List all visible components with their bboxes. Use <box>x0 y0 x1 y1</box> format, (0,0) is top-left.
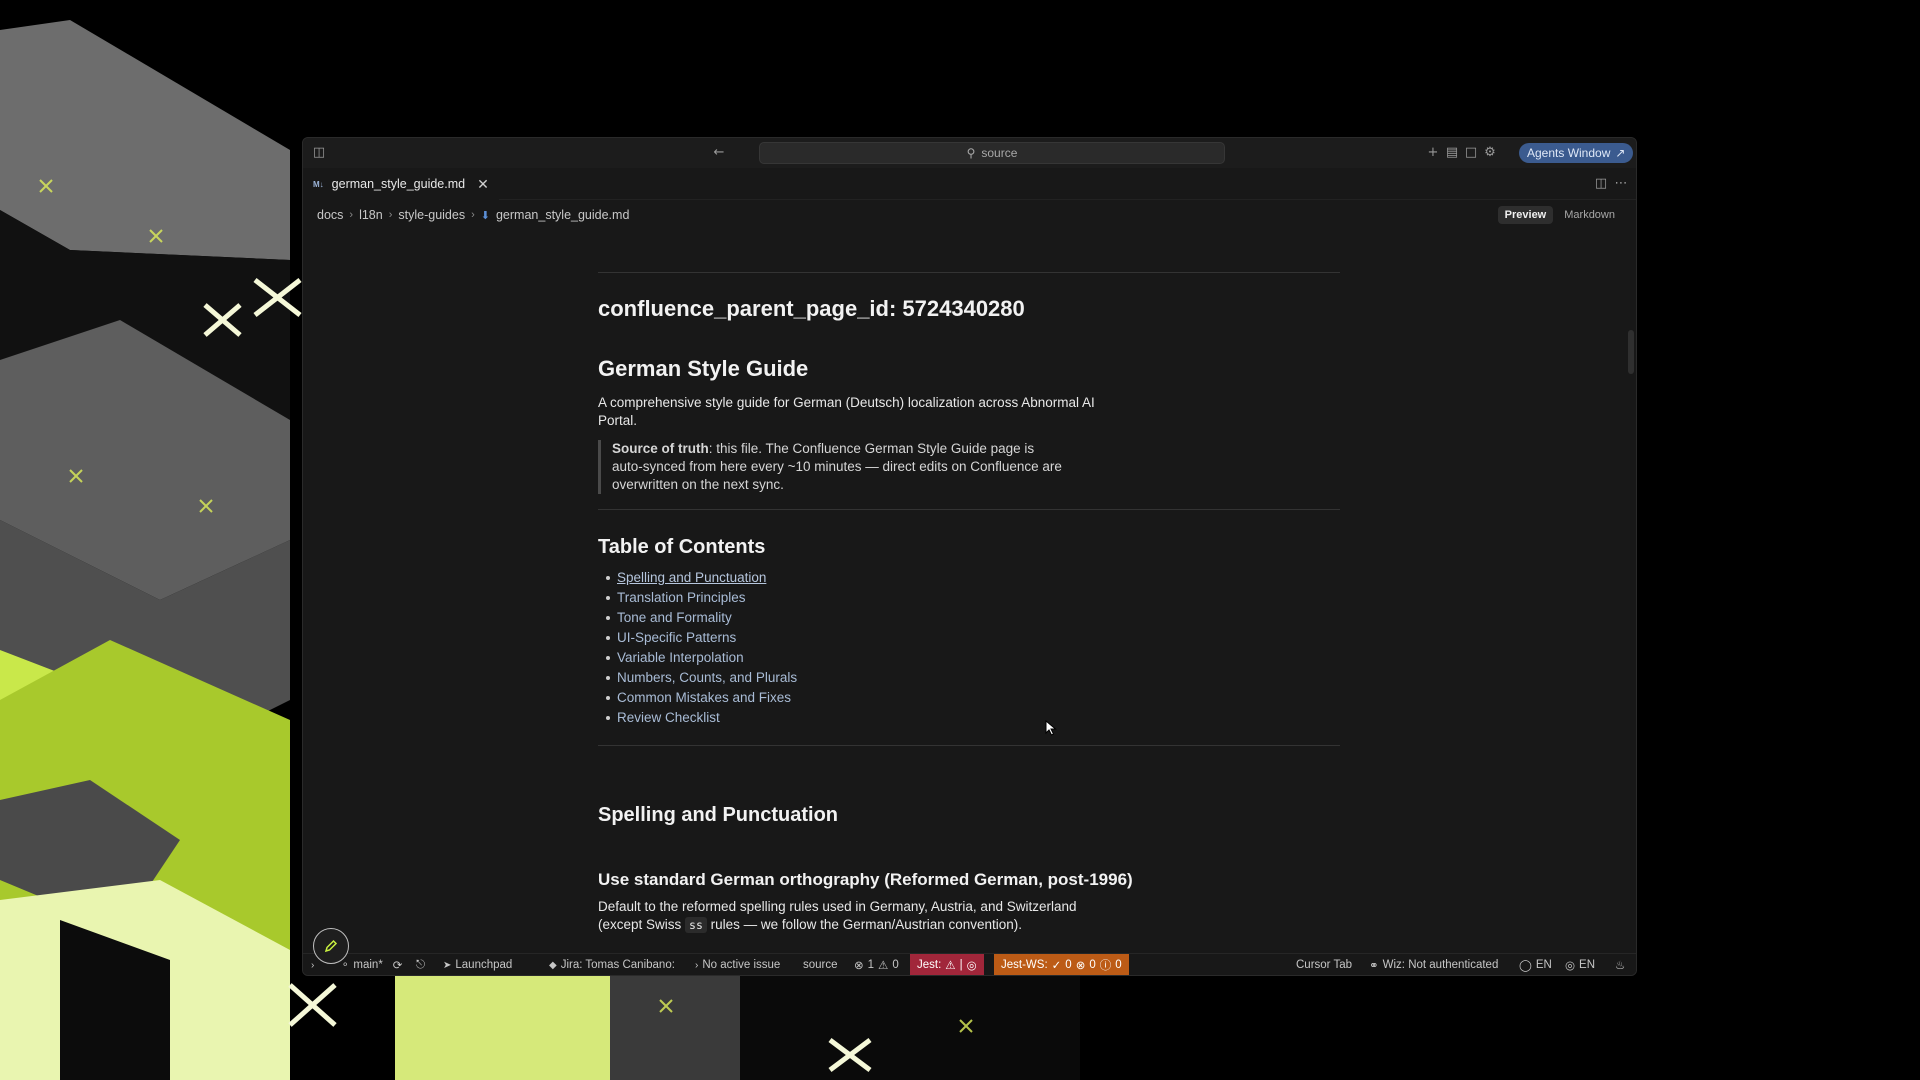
list-item: Spelling and Punctuation <box>598 568 1340 588</box>
wiz-status[interactable]: ⚭ Wiz: Not authenticated <box>1369 954 1498 975</box>
title-bar: ◫ ← ⚲ source + ▤ □ ⚙ Agents Window ↗ <box>303 138 1636 168</box>
toc-link[interactable]: Variable Interpolation <box>617 650 744 665</box>
search-text: source <box>981 146 1018 160</box>
jest-status[interactable]: Jest: ⚠ | ◎ <box>910 954 984 975</box>
cursor-tab-item[interactable]: Cursor Tab <box>1296 954 1352 975</box>
command-search-bar[interactable]: ⚲ source <box>759 142 1225 164</box>
divider <box>598 272 1340 273</box>
toggle-sidebar-icon[interactable]: ◫ <box>311 145 327 161</box>
remote-indicator[interactable]: › <box>311 954 315 975</box>
new-plus-icon[interactable]: + <box>1425 145 1441 161</box>
preview-mode-button[interactable]: Preview <box>1497 206 1554 224</box>
chat-icon[interactable]: □ <box>1463 145 1479 161</box>
preview-pane: confluence_parent_page_id: 5724340280 Ge… <box>303 230 1636 950</box>
toc-list: Spelling and Punctuation Translation Pri… <box>598 568 1340 728</box>
editor-window: ◫ ← ⚲ source + ▤ □ ⚙ Agents Window ↗ M↓ … <box>302 137 1637 976</box>
chevron-right-icon: › <box>695 959 699 971</box>
tab-label: german_style_guide.md <box>331 177 466 191</box>
list-item: Common Mistakes and Fixes <box>598 688 1340 708</box>
broadcast-icon: ◎ <box>966 960 977 972</box>
jira-issue-item[interactable]: › No active issue <box>695 954 780 975</box>
globe-icon: ◯ <box>1519 960 1532 972</box>
toc-link[interactable]: Tone and Formality <box>617 610 732 625</box>
list-item: UI-Specific Patterns <box>598 628 1340 648</box>
jest-ws-status[interactable]: Jest-WS: ✓ 0 ⊗ 0 ⓘ 0 <box>994 954 1129 975</box>
input-language-item[interactable]: ◎ EN <box>1565 954 1595 975</box>
pencil-edit-icon[interactable] <box>313 928 349 964</box>
git-graph-icon[interactable]: ⎋ <box>416 954 425 975</box>
close-icon[interactable]: ✕ <box>477 176 489 193</box>
inline-code: ss <box>685 917 707 933</box>
warning-icon: ⚠ <box>878 960 889 972</box>
toc-heading: Table of Contents <box>598 536 766 558</box>
list-item: Translation Principles <box>598 588 1340 608</box>
broadcast-icon: ◎ <box>1565 960 1576 972</box>
list-item: Tone and Formality <box>598 608 1340 628</box>
markdown-file-icon: ⬇ <box>480 209 490 222</box>
jira-user-item[interactable]: ◆ Jira: Tomas Canibano: <box>549 954 675 975</box>
markdown-mode-button[interactable]: Markdown <box>1557 206 1622 224</box>
breadcrumb-item[interactable]: style-guides <box>398 208 465 222</box>
unknown-icon: ⓘ <box>1099 960 1112 972</box>
source-item[interactable]: source <box>803 954 838 975</box>
toc-link[interactable]: UI-Specific Patterns <box>617 630 736 645</box>
toc-link[interactable]: Review Checklist <box>617 710 720 725</box>
back-arrow-icon[interactable]: ← <box>711 145 727 161</box>
launchpad-item[interactable]: ➤ Launchpad <box>443 954 512 975</box>
rocket-icon: ➤ <box>443 959 452 971</box>
callout-bold: Source of truth <box>612 441 709 456</box>
branch-indicator[interactable]: ⚬ main* ⟳ <box>341 954 403 975</box>
tab-german-style-guide[interactable]: M↓ german_style_guide.md ✕ <box>303 168 499 200</box>
agents-window-button[interactable]: Agents Window ↗ <box>1519 143 1634 163</box>
warning-icon: ⚠ <box>945 960 956 972</box>
list-item: Numbers, Counts, and Plurals <box>598 668 1340 688</box>
gear-icon[interactable]: ⚙ <box>1482 145 1498 161</box>
breadcrumb-item[interactable]: docs <box>317 208 343 222</box>
tab-bar: M↓ german_style_guide.md ✕ ◫ ⋯ <box>303 168 1636 200</box>
source-of-truth-callout: Source of truth: this file. The Confluen… <box>598 440 1068 494</box>
body-paragraph: Default to the reformed spelling rules u… <box>598 899 1077 933</box>
list-item: Variable Interpolation <box>598 648 1340 668</box>
git-branch-icon: ⚬ <box>341 959 350 971</box>
scrollbar[interactable] <box>1628 330 1634 374</box>
chevron-right-icon: › <box>471 209 475 221</box>
intro-paragraph: A comprehensive style guide for German (… <box>598 395 1095 428</box>
view-mode-toggle: Preview Markdown <box>1497 206 1622 224</box>
list-item: Review Checklist <box>598 708 1340 728</box>
problems-item[interactable]: ⊗ 1 ⚠ 0 <box>854 954 899 975</box>
section-heading: Spelling and Punctuation <box>598 804 838 826</box>
pass-icon: ✓ <box>1051 960 1062 972</box>
document-title: German Style Guide <box>598 356 809 381</box>
error-icon: ⊗ <box>854 960 864 972</box>
arrow-up-right-icon: ↗ <box>1615 146 1626 160</box>
toc-link[interactable]: Spelling and Punctuation <box>617 570 766 585</box>
divider <box>598 745 1340 746</box>
fail-icon: ⊗ <box>1075 960 1086 972</box>
breadcrumb: docs › l18n › style-guides › ⬇ german_st… <box>317 208 629 222</box>
language-item[interactable]: ◯ EN <box>1519 954 1552 975</box>
chevron-right-icon: › <box>388 209 393 221</box>
panel-toggle-icon[interactable]: ▤ <box>1444 145 1460 161</box>
more-actions-icon[interactable]: ⋯ <box>1613 176 1629 192</box>
subsection-heading: Use standard German orthography (Reforme… <box>598 870 1133 889</box>
toc-link[interactable]: Translation Principles <box>617 590 746 605</box>
bell-icon[interactable]: ♨ <box>1615 954 1625 975</box>
breadcrumb-item[interactable]: l18n <box>359 208 383 222</box>
toc-link[interactable]: Common Mistakes and Fixes <box>617 690 791 705</box>
chevron-right-icon: › <box>349 209 354 221</box>
markdown-document: confluence_parent_page_id: 5724340280 Ge… <box>598 230 1340 934</box>
breadcrumb-item[interactable]: german_style_guide.md <box>496 208 629 222</box>
frontmatter-heading: confluence_parent_page_id: 5724340280 <box>598 296 1025 321</box>
search-icon: ⚲ <box>966 146 976 160</box>
split-editor-icon[interactable]: ◫ <box>1593 176 1609 192</box>
markdown-file-icon: M↓ <box>313 179 324 189</box>
key-icon: ⚭ <box>1369 960 1379 972</box>
sync-icon: ⟳ <box>392 960 403 972</box>
jira-icon: ◆ <box>549 959 557 971</box>
divider <box>598 509 1340 510</box>
toc-link[interactable]: Numbers, Counts, and Plurals <box>617 670 797 685</box>
mouse-cursor-icon <box>1045 720 1057 736</box>
chevron-right-icon: › <box>311 959 315 971</box>
status-bar: › ⚬ main* ⟳ ⎋ ➤ Launchpad ◆ Jira: Tomas … <box>303 953 1636 975</box>
